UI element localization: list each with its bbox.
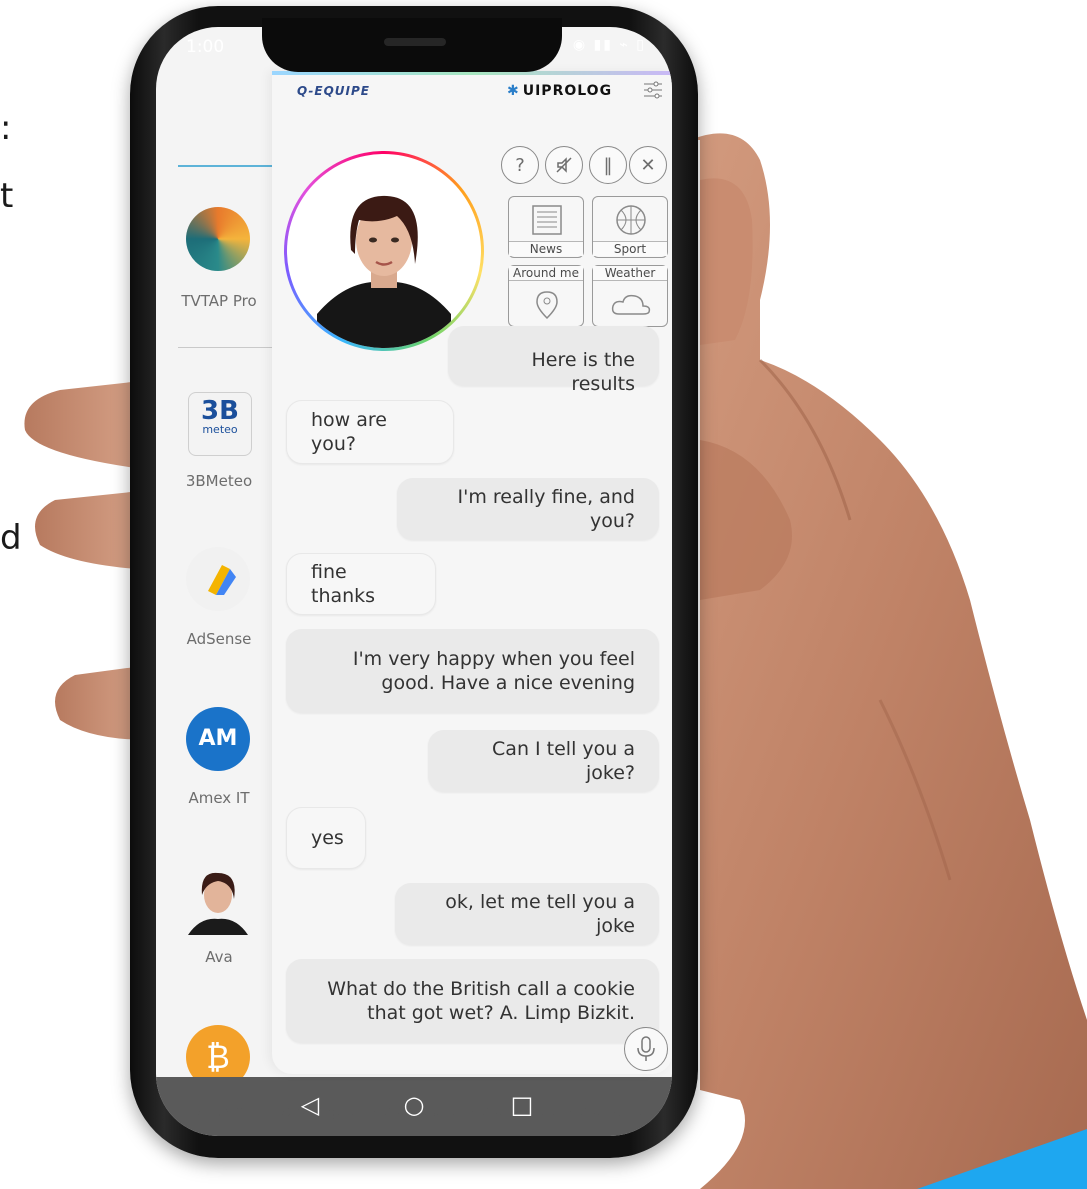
settings-sliders-icon[interactable] xyxy=(642,79,664,101)
launcher-app-label[interactable]: Amex IT xyxy=(156,789,282,807)
ava-avatar-icon[interactable] xyxy=(180,865,256,935)
newspaper-icon xyxy=(532,205,562,235)
topic-label: Weather xyxy=(593,266,667,281)
amex-icon[interactable]: AM xyxy=(186,707,250,771)
nav-back-icon[interactable]: ◁ xyxy=(295,1090,325,1120)
3bmeteo-icon[interactable]: 3B meteo xyxy=(188,392,252,456)
marketing-scene: : t d 1:00 ◉ ▮▮ ⌁ ▯ TVTAP Pro 3B meteo 3… xyxy=(0,0,1087,1189)
topic-around-me-button[interactable]: Around me xyxy=(508,265,584,327)
user-message: how are you? xyxy=(286,400,454,464)
help-icon: ? xyxy=(515,154,525,176)
assistant-panel: Q-EQUIPE ✱ UIPROLOG ? ‖ ✕ News Sport Aro… xyxy=(272,71,672,1074)
3bmeteo-badge-subtext: meteo xyxy=(202,423,238,436)
launcher-bottom-label[interactable]: Calcolatri... xyxy=(568,1102,653,1120)
status-time: 1:00 xyxy=(186,37,225,57)
launcher-app-label[interactable]: 3BMeteo xyxy=(156,472,282,490)
close-icon: ✕ xyxy=(640,154,656,176)
launcher-divider xyxy=(178,347,273,348)
topic-label: News xyxy=(509,241,583,256)
microphone-button[interactable] xyxy=(624,1027,668,1071)
bot-message: I'm really fine, and you? xyxy=(397,478,659,540)
nav-home-icon[interactable]: ○ xyxy=(399,1090,429,1120)
launcher-bottom-label[interactable]: Bitcoin xyxy=(192,1102,243,1120)
bot-message: What do the British call a cookie that g… xyxy=(286,959,659,1043)
user-message: yes xyxy=(286,807,366,869)
nav-recents-icon[interactable]: □ xyxy=(507,1090,537,1120)
bot-message: Can I tell you a joke? xyxy=(428,730,659,792)
bot-message: Here is the results xyxy=(448,326,659,395)
user-message: fine thanks xyxy=(286,553,436,615)
topic-sport-button[interactable]: Sport xyxy=(592,196,668,258)
topic-label: Around me xyxy=(509,266,583,281)
close-button[interactable]: ✕ xyxy=(629,146,667,184)
launcher-app-label[interactable]: Ava xyxy=(156,948,282,966)
pause-icon: ‖ xyxy=(603,154,613,176)
bot-message: I'm very happy when you feel good. Have … xyxy=(286,629,659,713)
tvtap-icon[interactable] xyxy=(186,207,250,271)
phone-speaker xyxy=(384,38,446,46)
cloud-icon xyxy=(611,294,651,315)
assistant-avatar[interactable] xyxy=(284,151,484,351)
help-button[interactable]: ? xyxy=(501,146,539,184)
topic-weather-button[interactable]: Weather xyxy=(592,265,668,327)
phone-notch xyxy=(262,18,562,72)
phone-screen: 1:00 ◉ ▮▮ ⌁ ▯ TVTAP Pro 3B meteo 3BMeteo… xyxy=(156,27,672,1136)
brand-star-icon: ✱ xyxy=(507,83,520,99)
chat-transcript: Here is the results how are you? I'm rea… xyxy=(272,326,672,1074)
bot-message: ok, let me tell you a joke xyxy=(395,883,659,945)
topic-label: Sport xyxy=(593,241,667,256)
launcher-app-label[interactable]: TVTAP Pro xyxy=(156,292,282,310)
brand-logo-right: ✱ UIPROLOG xyxy=(507,83,612,99)
mute-icon xyxy=(556,157,572,173)
launcher-tab-indicator xyxy=(178,165,273,167)
topic-news-button[interactable]: News xyxy=(508,196,584,258)
basketball-icon xyxy=(616,205,646,235)
corner-accent-shape xyxy=(917,1129,1087,1189)
pause-button[interactable]: ‖ xyxy=(589,146,627,184)
brand-name: UIPROLOG xyxy=(522,83,613,99)
brand-logo-left: Q-EQUIPE xyxy=(297,84,371,98)
status-icons: ◉ ▮▮ ⌁ ▯ xyxy=(572,37,646,53)
location-pin-icon xyxy=(536,291,558,320)
mute-button[interactable] xyxy=(545,146,583,184)
launcher-app-label[interactable]: AdSense xyxy=(156,630,282,648)
launcher-bottom-labels: Bitcoin Booking.... Calcio Eu... Calcola… xyxy=(192,1102,672,1124)
microphone-icon xyxy=(637,1036,655,1061)
adsense-icon[interactable] xyxy=(186,547,250,611)
avatar-image xyxy=(287,154,481,348)
